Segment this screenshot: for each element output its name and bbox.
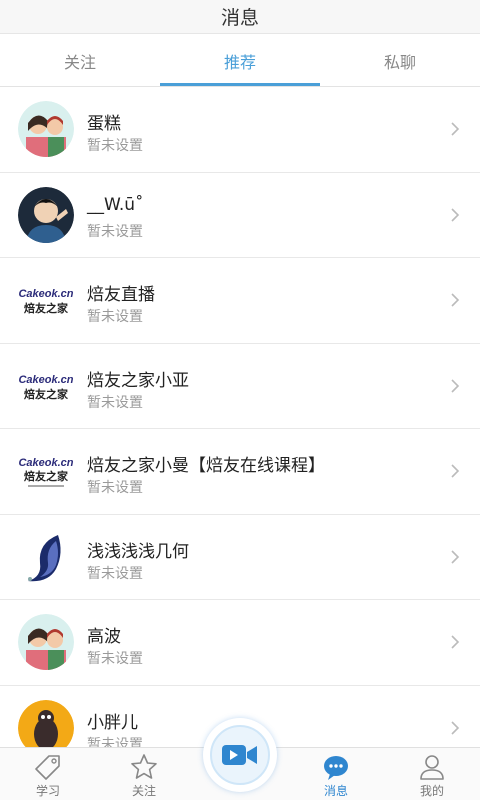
cartoon-couple-avatar <box>18 101 74 157</box>
contact-name: 蛋糕 <box>87 114 121 134</box>
tab-recommend[interactable]: 推荐 <box>160 35 320 86</box>
contact-status: 暂未设置 <box>87 309 143 325</box>
contact-name: 高波 <box>87 627 121 647</box>
brand-logo-text: 焙友之家 <box>24 469 69 483</box>
contact-status: 暂未设置 <box>87 651 143 667</box>
list-item[interactable]: 浅浅浅浅几何 暂未设置 <box>0 515 480 600</box>
contact-name: __W.ū˚ <box>87 194 144 215</box>
tab-follow[interactable]: 关注 <box>0 35 160 86</box>
brand-logo-text: 焙友之家 <box>24 301 69 315</box>
contact-status: 暂未设置 <box>87 736 143 748</box>
contact-name: 浅浅浅浅几何 <box>87 541 189 562</box>
contact-status: 暂未设置 <box>87 394 143 411</box>
chevron-right-icon <box>451 122 460 136</box>
list-item[interactable]: 蛋糕 暂未设置 <box>0 87 480 173</box>
contact-name: 焙友之家小亚 <box>87 370 189 391</box>
contact-status: 暂未设置 <box>87 480 143 496</box>
nav-study-label: 学习 <box>35 784 60 798</box>
contact-name: 小胖儿 <box>87 712 138 733</box>
message-list: 蛋糕 暂未设置 __W.ū˚ 暂未设置 Cakeok.cn 焙友之家 焙友直播 … <box>0 87 480 747</box>
user-icon <box>420 755 444 780</box>
nav-messages-label: 消息 <box>323 784 348 798</box>
chat-bubble-icon <box>324 756 348 780</box>
tab-bar: 关注 推荐 私聊 <box>0 35 480 87</box>
chevron-right-icon <box>451 378 460 393</box>
contact-status: 暂未设置 <box>87 223 143 240</box>
tag-icon <box>35 755 60 780</box>
brand-logo-text: 焙友之家 <box>24 387 69 401</box>
chevron-right-icon <box>451 635 460 649</box>
nav-messages[interactable]: 消息 <box>288 748 384 800</box>
chevron-right-icon <box>451 549 460 564</box>
nav-study[interactable]: 学习 <box>0 748 96 800</box>
cartoon-couple-avatar <box>18 614 74 670</box>
contact-name: 焙友之家小曼【焙友在线课程】 <box>87 456 325 476</box>
nav-follow-label: 关注 <box>131 784 156 798</box>
live-video-button-inner <box>210 725 270 785</box>
nav-follow[interactable]: 关注 <box>96 748 192 800</box>
astronaut-avatar <box>18 186 74 243</box>
title-bar: 消息 <box>0 0 480 34</box>
star-icon <box>131 754 157 779</box>
nav-profile[interactable]: 我的 <box>384 748 480 800</box>
list-item[interactable]: Cakeok.cn 焙友之家 焙友之家小亚 暂未设置 <box>0 344 480 429</box>
cakeok-logo-text: Cakeok.cn <box>18 457 73 469</box>
crescent-figure-avatar <box>18 528 74 585</box>
page-title: 消息 <box>220 7 259 29</box>
chevron-right-icon <box>451 720 460 735</box>
chevron-right-icon <box>451 207 460 222</box>
contact-status: 暂未设置 <box>87 138 143 154</box>
nav-profile-label: 我的 <box>419 784 444 798</box>
list-item[interactable]: Cakeok.cn 焙友之家 焙友直播 暂未设置 <box>0 258 480 344</box>
cakeok-logo-text: Cakeok.cn <box>18 374 73 386</box>
live-video-button[interactable] <box>203 718 277 792</box>
chevron-right-icon <box>451 464 460 478</box>
video-camera-icon <box>222 745 257 765</box>
contact-name: 焙友直播 <box>87 285 155 305</box>
list-item[interactable]: Cakeok.cn 焙友之家 焙友之家小曼【焙友在线课程】 暂未设置 <box>0 429 480 515</box>
chevron-right-icon <box>451 293 460 307</box>
cakeok-logo-text: Cakeok.cn <box>18 288 73 300</box>
cakeok-logo: Cakeok.cn 焙友之家 <box>18 357 74 414</box>
list-item[interactable]: 高波 暂未设置 <box>0 600 480 686</box>
cakeok-logo: Cakeok.cn 焙友之家 <box>18 443 74 499</box>
yellow-cartoon-avatar <box>18 699 74 747</box>
list-item[interactable]: __W.ū˚ 暂未设置 <box>0 173 480 258</box>
tab-private-chat[interactable]: 私聊 <box>320 35 480 86</box>
cakeok-logo: Cakeok.cn 焙友之家 <box>18 272 74 328</box>
contact-status: 暂未设置 <box>87 565 143 582</box>
